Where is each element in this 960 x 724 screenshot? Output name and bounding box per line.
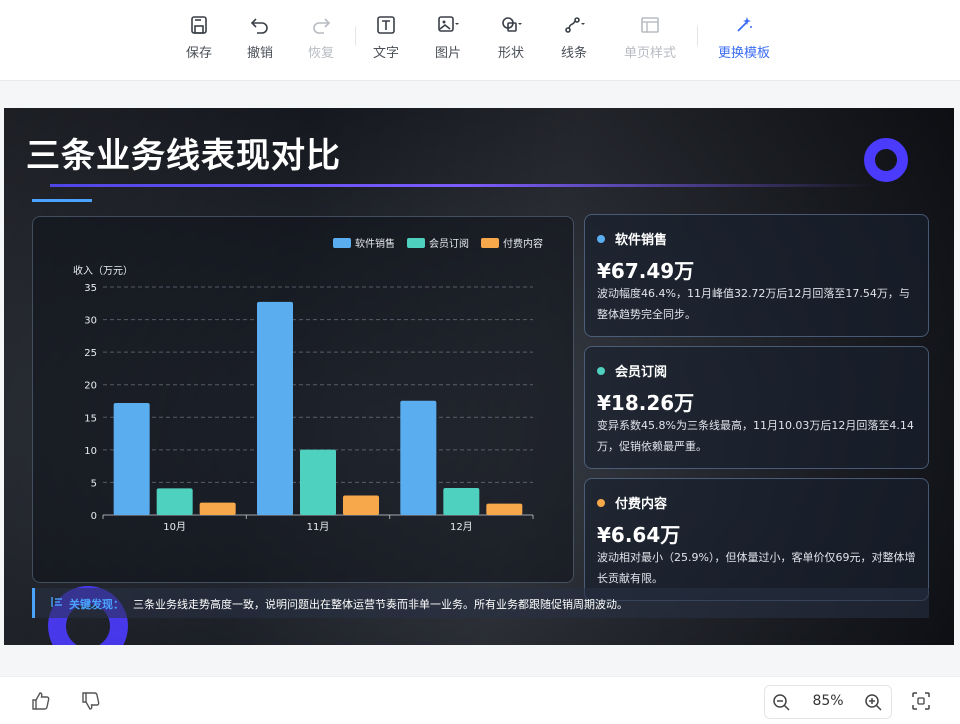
title-underline <box>50 184 876 187</box>
y-tick-label: 5 <box>91 478 97 489</box>
bar-10月-0 <box>113 402 150 515</box>
card-value: ¥67.49万 <box>597 259 695 283</box>
card-title-text: 软件销售 <box>615 233 668 248</box>
bar-11月-2 <box>343 495 379 515</box>
toolbar-divider <box>697 26 698 46</box>
card-title: 软件销售 <box>597 229 667 248</box>
series-dot <box>597 499 605 507</box>
bar-12月-0 <box>400 400 437 515</box>
bar-11月-1 <box>300 449 336 515</box>
y-tick-label: 30 <box>84 316 97 327</box>
y-axis-label: 收入（万元） <box>73 264 133 277</box>
card-title-text: 付费内容 <box>615 497 668 512</box>
zoom-control: 85% <box>764 685 892 719</box>
y-tick-label: 0 <box>91 511 97 522</box>
toolbar: 保存 撤销 恢复 文字 图片 形状 线条 单页样式 更换模板 <box>0 0 960 81</box>
save-label: 保存 <box>185 46 212 61</box>
y-tick-label: 20 <box>84 381 97 392</box>
bar-12月-1 <box>443 488 480 515</box>
card-description: 波动相对最小（25.9%），但体量过小，客单价仅69元，对整体增长贡献有限。 <box>597 551 916 585</box>
series-dot <box>597 367 605 375</box>
page-style-label: 单页样式 <box>623 46 676 61</box>
line-label: 线条 <box>560 46 587 61</box>
bar-chart[interactable]: 收入（万元） 0 5 10 15 20 25 30 35 10月 11月 12月 软件销售 会员订阅 付费内… <box>32 216 574 583</box>
card-value: ¥6.64万 <box>597 523 681 547</box>
key-finding-bar[interactable]: 关键发现： 三条业务线走势高度一致，说明问题出在整体运营节奏而非单一业务。所有业… <box>32 588 929 618</box>
series-dot <box>597 235 605 243</box>
y-tick-label: 35 <box>84 283 97 294</box>
thumbs-up-icon[interactable] <box>30 690 52 712</box>
x-tick-label: 12月 <box>450 521 473 533</box>
decorative-ring <box>864 138 908 182</box>
legend-label: 会员订阅 <box>429 237 469 250</box>
zoom-in-icon[interactable] <box>863 692 883 712</box>
image-button[interactable]: 图片 <box>418 14 478 68</box>
shape-button[interactable]: 形状 <box>481 14 541 68</box>
fit-screen-icon[interactable] <box>910 690 932 712</box>
card-title-text: 会员订阅 <box>615 365 668 380</box>
chart-svg: 收入（万元） 0 5 10 15 20 25 30 35 10月 11月 12月 软件销售 会员订阅 付费内… <box>73 237 543 533</box>
card-value: ¥18.26万 <box>597 391 695 415</box>
slide-canvas[interactable]: 三条业务线表现对比 收入（万元） 0 5 10 15 20 25 30 35 10月 11月 12月 软… <box>4 108 954 645</box>
list-icon <box>51 597 62 607</box>
magic-wand-icon <box>737 17 752 32</box>
undo-label: 撤销 <box>246 46 273 61</box>
x-tick-label: 11月 <box>307 521 330 533</box>
legend-swatch <box>407 238 425 248</box>
zoom-out-icon[interactable] <box>771 692 791 712</box>
image-label: 图片 <box>434 46 461 61</box>
undo-button[interactable]: 撤销 <box>230 14 290 68</box>
redo-label: 恢复 <box>307 46 334 61</box>
legend-swatch <box>481 238 499 248</box>
line-button[interactable]: 线条 <box>544 14 604 68</box>
save-button[interactable]: 保存 <box>169 14 229 68</box>
change-template-label: 更换模板 <box>717 46 770 61</box>
card-description: 波动幅度46.4%，11月峰值32.72万后12月回落至17.54万，与整体趋势… <box>597 287 910 321</box>
bar-12月-2 <box>486 503 523 515</box>
zoom-level[interactable]: 85% <box>803 693 853 709</box>
title-accent-bar <box>32 199 92 202</box>
metric-card-membership[interactable]: 会员订阅 ¥18.26万 变异系数45.8%为三条线最高，11月10.03万后1… <box>584 346 929 469</box>
card-title: 付费内容 <box>597 493 667 512</box>
page-layout-icon <box>641 17 659 33</box>
bar-11月-0 <box>257 301 293 515</box>
line-icon <box>565 17 585 33</box>
legend-label: 软件销售 <box>355 237 395 250</box>
shape-icon <box>502 17 522 32</box>
shape-label: 形状 <box>497 46 524 61</box>
x-tick-label: 10月 <box>163 521 186 533</box>
metric-card-paid-content[interactable]: 付费内容 ¥6.64万 波动相对最小（25.9%），但体量过小，客单价仅69元，… <box>584 478 929 601</box>
bottom-bar: 85% <box>0 676 960 724</box>
undo-icon <box>250 18 268 34</box>
metric-card-software[interactable]: 软件销售 ¥67.49万 波动幅度46.4%，11月峰值32.72万后12月回落… <box>584 214 929 337</box>
bar-10月-1 <box>156 488 193 515</box>
y-tick-label: 10 <box>84 446 97 457</box>
bar-10月-2 <box>199 502 236 515</box>
finding-label: 关键发现： <box>69 598 124 611</box>
text-box-icon <box>377 16 395 34</box>
text-button[interactable]: 文字 <box>356 14 416 68</box>
card-description: 变异系数45.8%为三条线最高，11月10.03万后12月回落至4.14万，促销… <box>597 419 914 453</box>
legend-label: 付费内容 <box>503 237 543 250</box>
card-title: 会员订阅 <box>597 361 667 380</box>
slide-title[interactable]: 三条业务线表现对比 <box>26 128 341 177</box>
redo-button[interactable]: 恢复 <box>291 14 351 68</box>
finding-text: 三条业务线走势高度一致，说明问题出在整体运营节奏而非单一业务。所有业务都跟随促销… <box>133 598 628 611</box>
image-icon <box>438 16 459 32</box>
page-style-button[interactable]: 单页样式 <box>620 14 680 68</box>
thumbs-down-icon[interactable] <box>80 690 102 712</box>
text-label: 文字 <box>372 46 399 61</box>
y-tick-label: 15 <box>84 413 97 424</box>
y-tick-label: 25 <box>84 348 97 359</box>
legend-swatch <box>333 238 351 248</box>
save-icon <box>191 16 207 34</box>
redo-icon <box>313 18 331 34</box>
change-template-button[interactable]: 更换模板 <box>714 14 774 68</box>
